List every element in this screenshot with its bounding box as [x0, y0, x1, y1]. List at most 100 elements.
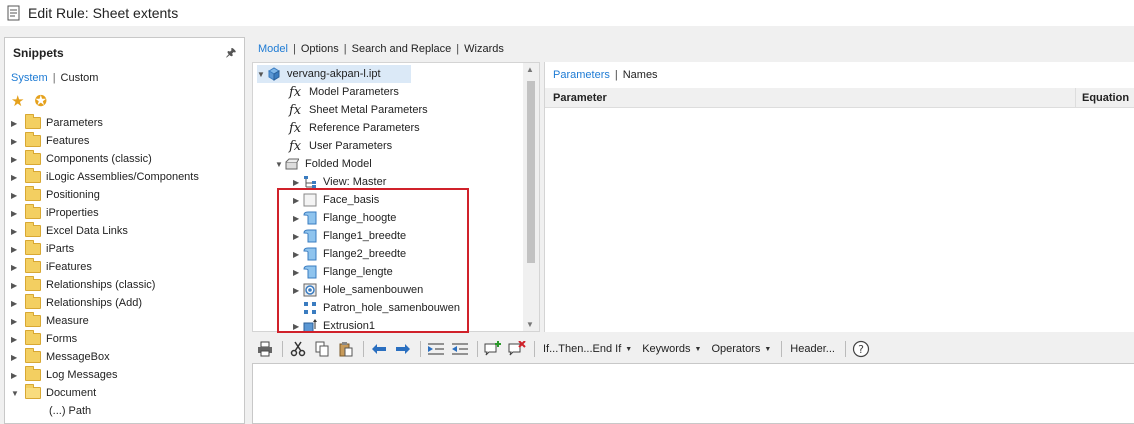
expand-triangle-icon[interactable]: ▶: [293, 250, 303, 259]
model-tree-scrollbar[interactable]: ▲ ▼: [523, 63, 539, 331]
indent-button[interactable]: [425, 338, 447, 360]
tree-item-flange-lengte[interactable]: ▶ Flange_lengte: [293, 263, 393, 281]
snippet-folder-item[interactable]: ▼ Document: [5, 384, 244, 402]
code-editor[interactable]: [252, 363, 1134, 424]
snippet-folder-item[interactable]: ▶ Components (classic): [5, 150, 244, 168]
add-favorite-star-icon[interactable]: ✪: [34, 92, 47, 110]
expand-triangle-icon[interactable]: ▶: [11, 263, 21, 272]
expand-triangle-icon[interactable]: ▶: [293, 178, 303, 187]
redo-arrow-icon: [396, 344, 410, 354]
expand-triangle-icon[interactable]: ▶: [11, 119, 21, 128]
outdent-button[interactable]: [449, 338, 471, 360]
tab-system[interactable]: System: [11, 72, 48, 84]
tab-search-replace[interactable]: Search and Replace: [352, 43, 452, 55]
snippet-folder-item[interactable]: ▶ Parameters: [5, 114, 244, 132]
snippet-folder-item[interactable]: ▶ iFeatures: [5, 258, 244, 276]
tree-item-reference-parameters[interactable]: fx Reference Parameters: [289, 119, 420, 137]
scrollbar-thumb[interactable]: [527, 81, 535, 263]
snippet-folder-item[interactable]: ▶ iLogic Assemblies/Components: [5, 168, 244, 186]
tree-root[interactable]: ▼ vervang-akpan-l.ipt: [257, 65, 411, 83]
collapse-triangle-icon[interactable]: ▼: [257, 70, 267, 79]
snippet-folder-item[interactable]: ▶ Forms: [5, 330, 244, 348]
comment-button[interactable]: [482, 338, 504, 360]
expand-triangle-icon[interactable]: ▶: [11, 245, 21, 254]
folder-icon: [25, 366, 41, 381]
snippet-folder-item[interactable]: ▶ Measure: [5, 312, 244, 330]
snippet-folder-item[interactable]: ▶ Features: [5, 132, 244, 150]
folder-icon: [25, 294, 41, 309]
expand-triangle-icon[interactable]: ▶: [11, 155, 21, 164]
keywords-dropdown[interactable]: Keywords ▼: [638, 338, 705, 360]
expand-triangle-icon[interactable]: ▶: [293, 268, 303, 277]
snippet-folder-item[interactable]: ▶ Excel Data Links: [5, 222, 244, 240]
tree-item-sheet-metal-parameters[interactable]: fx Sheet Metal Parameters: [289, 101, 428, 119]
tab-parameters[interactable]: Parameters: [553, 69, 610, 81]
snippet-folder-item[interactable]: ▶ MessageBox: [5, 348, 244, 366]
scroll-down-icon[interactable]: ▼: [526, 320, 534, 329]
tree-item-flange1-breedte[interactable]: ▶ Flange1_breedte: [293, 227, 406, 245]
expand-triangle-icon[interactable]: ▶: [11, 353, 21, 362]
tree-item-face-basis[interactable]: ▶ Face_basis: [293, 191, 379, 209]
tab-names[interactable]: Names: [623, 69, 658, 81]
scroll-up-icon[interactable]: ▲: [526, 65, 534, 74]
undo-button[interactable]: [368, 338, 390, 360]
tab-model[interactable]: Model: [258, 43, 288, 55]
expand-triangle-icon[interactable]: ▶: [11, 191, 21, 200]
expand-triangle-icon[interactable]: ▶: [11, 371, 21, 380]
tree-item-patron-hole-samenbouwen[interactable]: Patron_hole_samenbouwen: [303, 299, 460, 317]
snippet-folder-item[interactable]: ▶ Positioning: [5, 186, 244, 204]
snippet-folder-item[interactable]: ▶ iProperties: [5, 204, 244, 222]
expand-triangle-icon[interactable]: ▶: [293, 214, 303, 223]
parameters-table-header: Parameter Equation: [545, 87, 1134, 108]
snippet-folder-label: Features: [46, 135, 90, 147]
tree-item-view-master[interactable]: ▶ View: Master: [293, 173, 386, 191]
expand-triangle-icon[interactable]: ▶: [11, 335, 21, 344]
expand-triangle-icon[interactable]: ▶: [293, 232, 303, 241]
collapse-triangle-icon[interactable]: ▼: [11, 389, 21, 398]
collapse-triangle-icon[interactable]: ▼: [275, 160, 285, 169]
tree-item-flange-hoogte[interactable]: ▶ Flange_hoogte: [293, 209, 396, 227]
tree-item-model-parameters[interactable]: fx Model Parameters: [289, 83, 399, 101]
expand-triangle-icon[interactable]: ▶: [11, 317, 21, 326]
folder-icon: [25, 204, 41, 219]
expand-triangle-icon[interactable]: ▶: [11, 281, 21, 290]
expand-triangle-icon[interactable]: ▶: [11, 209, 21, 218]
tree-item-folded-model[interactable]: ▼ Folded Model: [275, 155, 372, 173]
expand-triangle-icon[interactable]: ▶: [293, 322, 303, 331]
folder-icon: [25, 222, 41, 237]
column-equation[interactable]: Equation: [1075, 87, 1129, 108]
operators-dropdown[interactable]: Operators ▼: [707, 338, 775, 360]
favorites-star-icon[interactable]: ★: [11, 92, 24, 110]
tree-item-flange2-breedte[interactable]: ▶ Flange2_breedte: [293, 245, 406, 263]
tree-item-extrusion1[interactable]: ▶ Extrusion1: [293, 317, 375, 331]
redo-button[interactable]: [392, 338, 414, 360]
tab-custom[interactable]: Custom: [61, 72, 99, 84]
help-button[interactable]: ?: [850, 338, 872, 360]
copy-button[interactable]: [311, 338, 333, 360]
snippet-path-item[interactable]: (...) Path: [5, 402, 244, 420]
snippet-folder-label: Relationships (classic): [46, 279, 156, 291]
snippet-folder-item[interactable]: ▶ Log Messages: [5, 366, 244, 384]
expand-triangle-icon[interactable]: ▶: [11, 173, 21, 182]
uncomment-button[interactable]: [506, 338, 528, 360]
tab-wizards[interactable]: Wizards: [464, 43, 504, 55]
snippet-folder-item[interactable]: ▶ Relationships (classic): [5, 276, 244, 294]
tab-options[interactable]: Options: [301, 43, 339, 55]
tree-item-user-parameters[interactable]: fx User Parameters: [289, 137, 392, 155]
paste-button[interactable]: [335, 338, 357, 360]
expand-triangle-icon[interactable]: ▶: [293, 286, 303, 295]
print-button[interactable]: [254, 338, 276, 360]
snippet-folder-item[interactable]: ▶ iParts: [5, 240, 244, 258]
expand-triangle-icon[interactable]: ▶: [11, 137, 21, 146]
column-parameter[interactable]: Parameter: [553, 92, 607, 104]
cut-button[interactable]: [287, 338, 309, 360]
if-then-dropdown[interactable]: If...Then...End If ▼: [539, 338, 636, 360]
expand-triangle-icon[interactable]: ▶: [11, 227, 21, 236]
expand-triangle-icon[interactable]: ▶: [293, 196, 303, 205]
snippet-folder-item[interactable]: ▶ Relationships (Add): [5, 294, 244, 312]
pin-icon[interactable]: 🖈: [226, 44, 236, 63]
expand-triangle-icon[interactable]: ▶: [11, 299, 21, 308]
header-button[interactable]: Header...: [786, 338, 839, 360]
tree-item-hole-samenbouwen[interactable]: ▶ Hole_samenbouwen: [293, 281, 423, 299]
flange-feature-icon: [303, 247, 317, 261]
